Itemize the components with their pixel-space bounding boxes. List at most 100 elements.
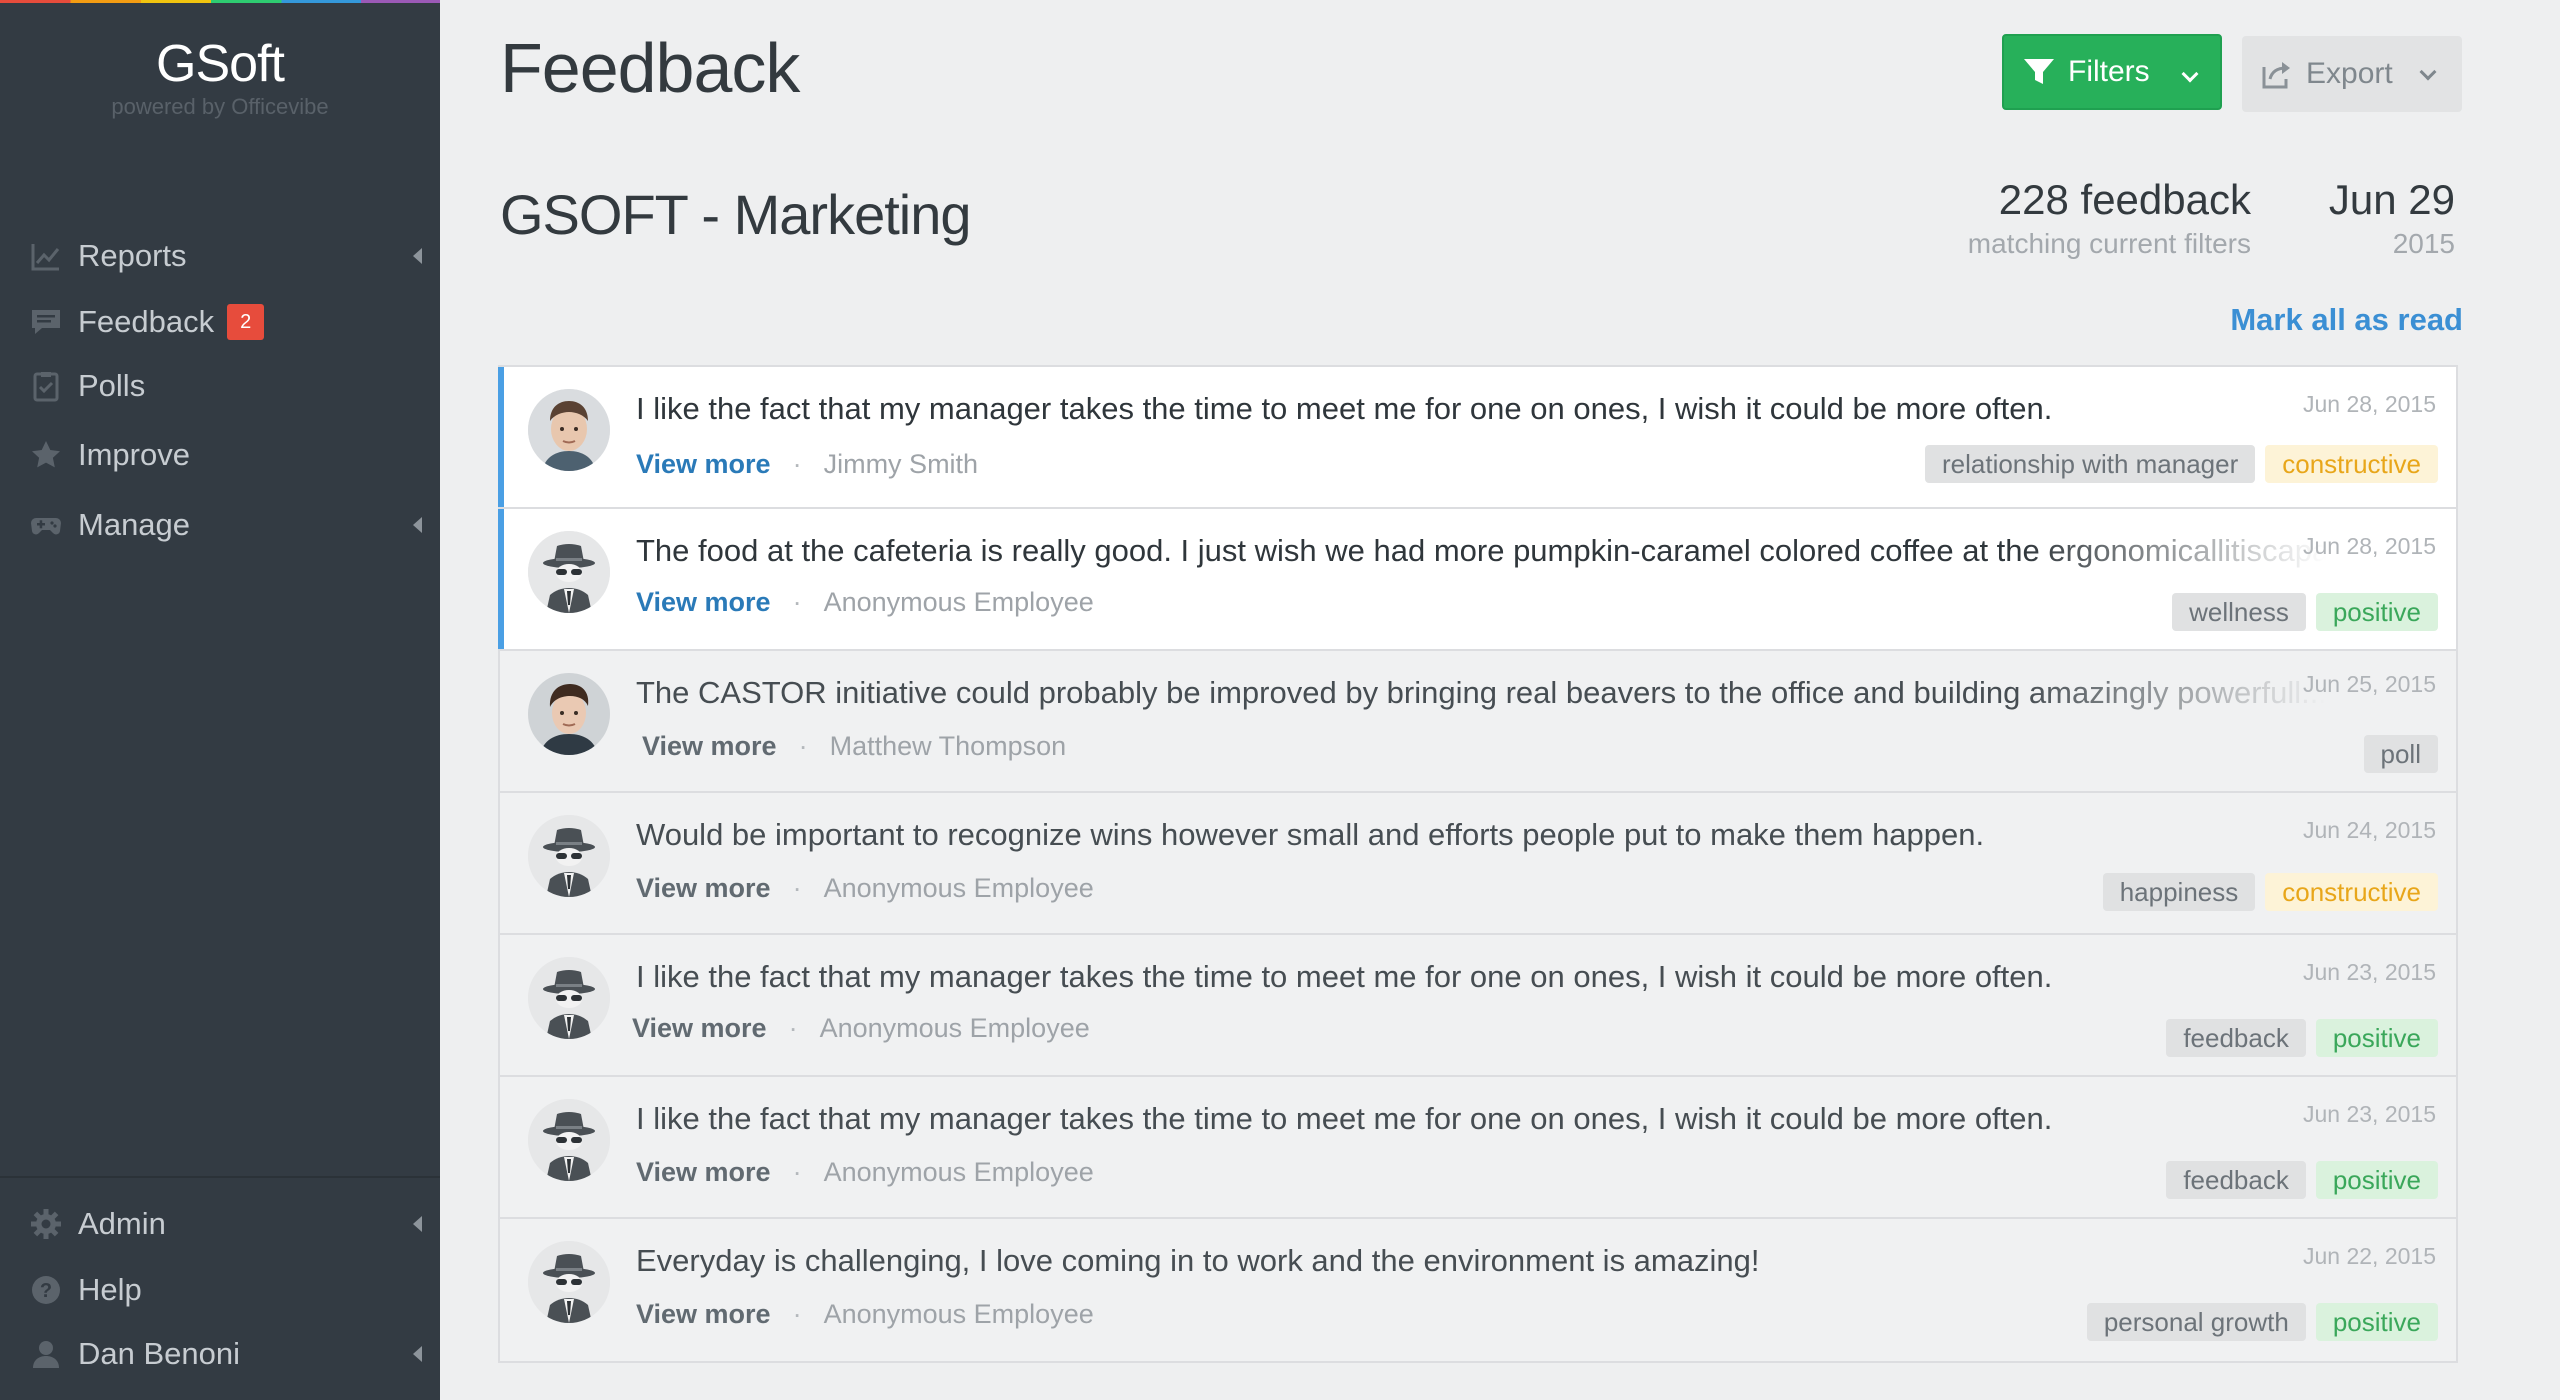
mark-all-read-link[interactable]: Mark all as read [2230, 302, 2463, 338]
caret-left-icon [413, 1216, 422, 1232]
gear-icon [30, 1208, 62, 1240]
export-button-label: Export [2306, 57, 2393, 90]
filters-button-label: Filters [2068, 55, 2150, 88]
anonymous-spy-icon [528, 815, 610, 897]
feedback-date: Jun 23, 2015 [2302, 959, 2436, 985]
feedback-meta: View more · Matthew Thompson [642, 731, 1066, 762]
feedback-date: Jun 24, 2015 [2302, 817, 2436, 843]
view-more-link[interactable]: View more [632, 1013, 767, 1044]
export-button[interactable]: Export [2242, 36, 2462, 112]
separator-dot: · [798, 731, 808, 761]
sidebar-item-reports[interactable]: Reports [0, 226, 440, 286]
feedback-author: Matthew Thompson [829, 731, 1067, 761]
tag-constructive[interactable]: constructive [2265, 445, 2438, 483]
tag-list: relationship with manager constructive [1924, 445, 2438, 483]
user-icon [30, 1338, 62, 1370]
tag-positive[interactable]: positive [2315, 1303, 2438, 1341]
sidebar-divider [0, 1176, 440, 1178]
tag-list: happiness constructive [2102, 873, 2438, 911]
feedback-author: Anonymous Employee [819, 1013, 1090, 1043]
avatar [528, 673, 610, 755]
feedback-date: Jun 23, 2015 [2302, 1101, 2436, 1127]
chevron-down-icon [2419, 63, 2437, 81]
tag-positive[interactable]: positive [2315, 1161, 2438, 1199]
tag-constructive[interactable]: constructive [2265, 873, 2438, 911]
brand-subtitle: powered by Officevibe [111, 94, 329, 119]
tag-list: poll [2363, 735, 2438, 773]
star-icon [30, 439, 62, 471]
feedback-item[interactable]: The CASTOR initiative could probably be … [500, 651, 2456, 793]
share-export-icon [2260, 57, 2294, 91]
tag[interactable]: relationship with manager [1924, 445, 2256, 483]
page-title: Feedback [500, 29, 800, 107]
unread-count-badge: 2 [227, 304, 265, 340]
caret-left-icon [413, 248, 422, 264]
tag-positive[interactable]: positive [2315, 593, 2438, 631]
tag[interactable]: feedback [2166, 1161, 2306, 1199]
feedback-item[interactable]: I like the fact that my manager takes th… [500, 1077, 2456, 1219]
view-more-link[interactable]: View more [636, 449, 771, 480]
feedback-date: Jun 25, 2015 [2302, 671, 2436, 697]
feedback-text: Everyday is challenging, I love coming i… [636, 1243, 1760, 1278]
tag-positive[interactable]: positive [2315, 1019, 2438, 1057]
feedback-item[interactable]: Would be important to recognize wins how… [500, 793, 2456, 935]
tag[interactable]: happiness [2102, 873, 2256, 911]
tag[interactable]: wellness [2172, 593, 2306, 631]
feedback-count: 228 feedback [1998, 176, 2251, 223]
view-more-link[interactable]: View more [636, 1299, 771, 1330]
sidebar-item-label: Improve [78, 437, 190, 472]
feedback-meta: View more · Anonymous Employee [636, 1299, 1094, 1330]
brand-stripe [0, 0, 440, 3]
tag[interactable]: personal growth [2086, 1303, 2306, 1341]
feedback-date: Jun 22, 2015 [2302, 1243, 2436, 1269]
feedback-item[interactable]: The food at the cafeteria is really good… [498, 509, 2456, 651]
avatar [528, 389, 610, 471]
anonymous-spy-icon [528, 1241, 610, 1323]
view-more-link[interactable]: View more [636, 587, 771, 618]
sidebar-item-label: Help [78, 1272, 142, 1307]
tag-list: feedback positive [2166, 1161, 2438, 1199]
feedback-author: Anonymous Employee [823, 587, 1094, 617]
feedback-meta: View more · Anonymous Employee [636, 1157, 1094, 1188]
tag[interactable]: feedback [2166, 1019, 2306, 1057]
sidebar-item-improve[interactable]: Improve [0, 425, 440, 485]
view-more-link[interactable]: View more [636, 1157, 771, 1188]
separator-dot: · [788, 1013, 798, 1043]
feedback-item[interactable]: I like the fact that my manager takes th… [500, 935, 2456, 1077]
feedback-author: Anonymous Employee [823, 1299, 1094, 1329]
gamepad-icon [30, 509, 62, 541]
filters-button[interactable]: Filters [2002, 34, 2222, 110]
feedback-text: I like the fact that my manager takes th… [636, 959, 2053, 994]
separator-dot: · [792, 587, 802, 617]
tag-list: feedback positive [2166, 1019, 2438, 1057]
feedback-text: Would be important to recognize wins how… [636, 817, 1985, 852]
comment-icon [30, 306, 62, 338]
sidebar-item-feedback[interactable]: Feedback 2 [0, 292, 440, 352]
sidebar: GSoft powered by Officevibe Reports Feed… [0, 0, 440, 1400]
sidebar-item-manage[interactable]: Manage [0, 495, 440, 555]
sidebar-item-help[interactable]: ? Help [0, 1260, 440, 1320]
tag[interactable]: poll [2363, 735, 2438, 773]
sidebar-item-label: Admin [78, 1206, 166, 1241]
brand[interactable]: GSoft powered by Officevibe [0, 34, 440, 120]
separator-dot: · [792, 1299, 802, 1329]
feedback-meta: View more · Jimmy Smith [636, 449, 978, 480]
feedback-item[interactable]: Everyday is challenging, I love coming i… [500, 1219, 2456, 1361]
feedback-text: The food at the cafeteria is really good… [636, 533, 2326, 568]
sidebar-item-label: Polls [78, 368, 146, 403]
separator-dot: · [792, 449, 802, 479]
sidebar-item-admin[interactable]: Admin [0, 1194, 440, 1254]
separator-dot: · [792, 1157, 802, 1187]
svg-text:?: ? [40, 1280, 52, 1302]
sidebar-item-user[interactable]: Dan Benoni [0, 1324, 440, 1384]
sidebar-item-polls[interactable]: Polls [0, 356, 440, 416]
anonymous-spy-icon [528, 957, 610, 1039]
chart-line-icon [30, 240, 62, 272]
question-circle-icon: ? [30, 1274, 62, 1306]
view-more-link[interactable]: View more [642, 731, 777, 762]
feedback-count-label: matching current filters [1967, 228, 2251, 259]
current-year: 2015 [2392, 228, 2455, 259]
view-more-link[interactable]: View more [636, 873, 771, 904]
sidebar-item-label: Reports [78, 238, 187, 273]
feedback-item[interactable]: I like the fact that my manager takes th… [498, 367, 2456, 509]
